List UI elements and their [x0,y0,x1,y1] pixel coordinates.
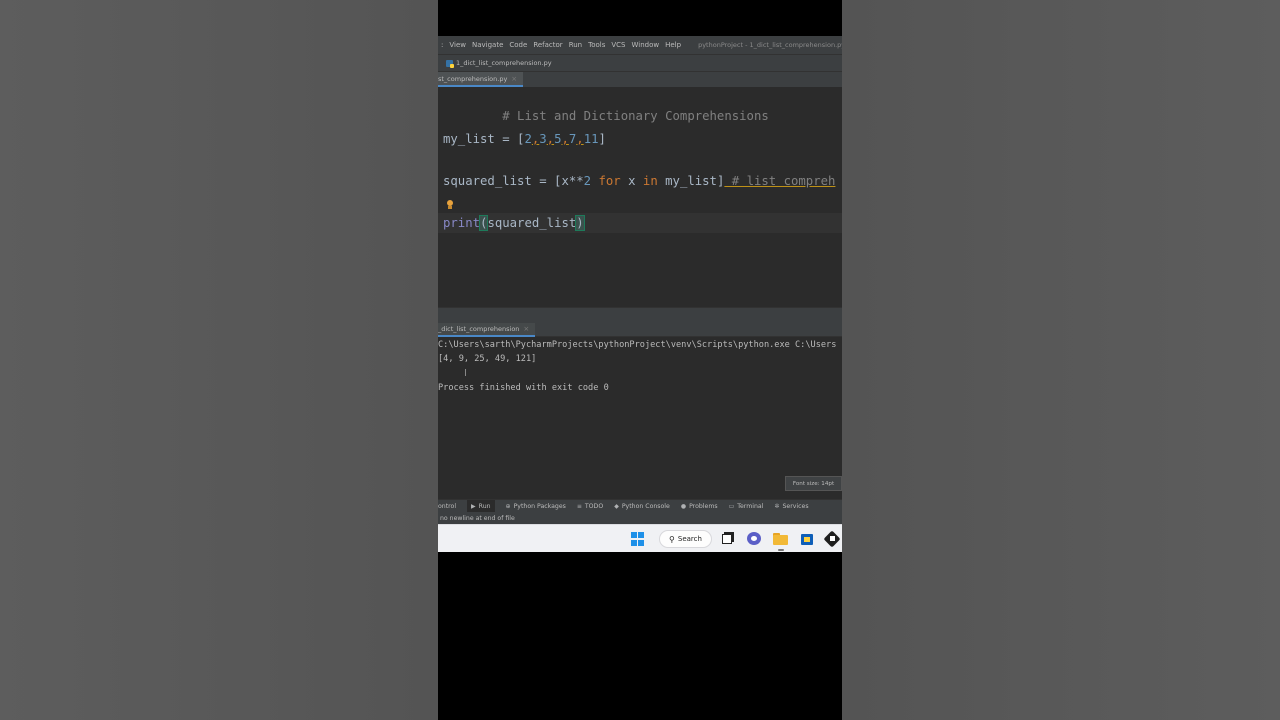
close-icon[interactable]: × [511,75,517,83]
toolwindow-version-control[interactable]: ontrol [438,503,456,510]
run-tab-bar: _dict_list_comprehension × [438,322,842,337]
text-caret [583,215,585,229]
toolwindow-todo[interactable]: ≡ TODO [577,503,603,510]
menu-item-run[interactable]: Run [566,41,585,49]
menu-item-refactor[interactable]: Refactor [530,41,565,49]
menu-item-vcs[interactable]: VCS [608,41,628,49]
run-console[interactable]: C:\Users\sarth\PycharmProjects\pythonPro… [438,337,842,495]
taskbar-search-button[interactable]: ⚲ Search [659,530,712,548]
font-size-tooltip: Font size: 14pt [785,476,842,491]
code-token: my_list] [657,174,725,188]
right-blurred-background [842,0,1280,720]
code-comma: , [561,132,569,146]
window-title: pythonProject - 1_dict_list_comprehensio… [698,41,842,49]
running-indicator [778,549,784,551]
menu-item-window[interactable]: Window [629,41,663,49]
toolwindow-label: Python Console [621,502,670,510]
menu-item-code[interactable]: Code [506,41,530,49]
editor-bottom-strip [438,307,842,323]
code-builtin: print [443,216,481,230]
run-tab-active[interactable]: _dict_list_comprehension × [438,322,536,337]
services-icon: ✲ [774,502,780,510]
windows-start-icon[interactable] [631,532,645,546]
code-comment: # List and Dictionary Comprehensions [502,109,769,123]
chat-icon[interactable] [747,532,761,546]
editor-tab-active[interactable]: st_comprehension.py × [438,72,524,87]
console-output: [4, 9, 25, 49, 121] [438,354,537,364]
play-icon: ▶ [471,502,476,510]
task-view-icon[interactable] [721,532,735,546]
toolwindow-terminal[interactable]: ▭ Terminal [729,503,764,510]
toolwindow-problems[interactable]: ● Problems [681,503,718,510]
code-number: 11 [583,132,599,146]
console-line: C:\Users\sarth\PycharmProjects\pythonPro… [438,340,837,350]
menu-item-view[interactable]: View [446,41,469,49]
navigation-bar: 1_dict_list_comprehension.py [438,54,842,71]
windows-taskbar: ⚲ Search [438,524,842,552]
python-console-icon: ◆ [614,502,619,510]
code-number: 3 [539,132,547,146]
toolwindow-services[interactable]: ✲ Services [774,503,808,510]
toolwindow-python-packages[interactable]: ⊕ Python Packages [506,503,566,510]
python-file-icon [446,59,454,68]
code-line-2: my_list = [2,3,5,7,11] [443,130,606,148]
code-token: ] [598,132,606,146]
toolwindow-label: Terminal [737,502,764,510]
code-comma: , [546,132,555,146]
status-message[interactable]: no newline at end of file [440,515,515,522]
code-token: squared_list [487,216,577,230]
left-blurred-background [0,0,438,720]
code-token: squared_list = [x** [443,174,584,188]
code-line-1: # List and Dictionary Comprehensions [443,89,769,123]
toolwindow-label: Problems [689,502,718,510]
mouse-cursor-icon [465,369,466,376]
pycharm-window: : View Navigate Code Refactor Run Tools … [438,36,842,524]
code-comma: , [576,132,584,146]
code-line-4: print(squared_list) [443,214,585,232]
toolwindow-label: ontrol [438,502,457,510]
search-label: Search [677,535,702,543]
list-icon: ≡ [576,502,582,510]
run-tab-label: _dict_list_comprehension [438,324,520,333]
file-explorer-icon[interactable] [773,532,788,546]
toolwindow-label: Services [782,502,809,510]
toolwindow-label: TODO [584,502,604,510]
code-keyword: for [598,174,621,188]
video-frame: : View Navigate Code Refactor Run Tools … [438,0,842,720]
tool-window-bar: ontrol ▶ Run ⊕ Python Packages ≡ TODO ◆ … [438,499,842,513]
toolwindow-label: Run [478,502,491,510]
packages-icon: ⊕ [505,502,511,510]
code-number: 2 [583,174,592,188]
code-number: 2 [524,132,532,146]
code-bracket: ) [575,215,585,231]
toolwindow-label: Python Packages [513,502,566,510]
problems-icon: ● [680,502,687,510]
breadcrumb-file[interactable]: 1_dict_list_comprehension.py [456,59,552,67]
code-comment: # list compreh [724,174,836,188]
code-token: my_list = [ [443,132,525,146]
lightbulb-icon[interactable] [446,200,454,211]
store-icon[interactable] [800,532,814,546]
editor-tab-label: st_comprehension.py [438,74,508,83]
code-line-3: squared_list = [x**2 for x in my_list] #… [443,172,835,190]
menu-item-tools[interactable]: Tools [585,41,608,49]
toolwindow-run[interactable]: ▶ Run [467,499,495,513]
close-icon[interactable]: × [523,325,529,333]
menu-item-navigate[interactable]: Navigate [469,41,506,49]
editor-tab-bar: st_comprehension.py × [438,71,842,87]
pycharm-icon[interactable] [823,530,841,548]
code-editor[interactable]: # List and Dictionary Comprehensions my_… [438,87,842,307]
menu-bar: : View Navigate Code Refactor Run Tools … [438,36,842,54]
menu-item-edit-partial[interactable]: : [438,41,446,49]
status-bar: no newline at end of file [438,512,842,524]
terminal-icon: ▭ [728,502,735,510]
console-exit-line: Process finished with exit code 0 [438,383,609,393]
code-keyword: in [642,174,658,188]
code-token: x [620,174,643,188]
toolwindow-python-console[interactable]: ◆ Python Console [614,503,670,510]
menu-item-help[interactable]: Help [662,41,684,49]
search-icon: ⚲ [669,534,675,544]
